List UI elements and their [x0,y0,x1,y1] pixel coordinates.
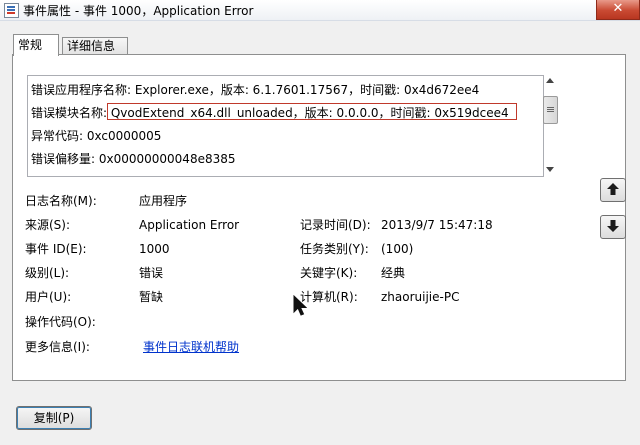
description-line-app: 错误应用程序名称: Explorer.exe，版本: 6.1.7601.1756… [31,83,480,97]
computer-label: 计算机(R): [300,290,358,304]
tab-general[interactable]: 常规 [13,34,59,56]
description-line-module: 错误模块名称: QvodExtend_x64.dll_unloaded，版本: … [31,106,509,120]
computer-value: zhaoruijie-PC [381,290,460,304]
close-button[interactable]: ✕ [596,0,640,20]
event-log-online-help-link[interactable]: 事件日志联机帮助 [143,339,239,355]
level-label: 级别(L): [25,266,70,280]
log-name-value: 应用程序 [139,194,188,208]
scroll-down-icon[interactable] [546,167,554,172]
general-panel: 错误应用程序名称: Explorer.exe，版本: 6.1.7601.1756… [12,54,626,381]
task-category-label: 任务类别(Y): [300,242,369,256]
source-value: Application Error [139,218,240,232]
source-label: 来源(S): [25,218,71,232]
window-title: 事件属性 - 事件 1000，Application Error [23,4,254,18]
description-scrollbar[interactable] [542,76,558,175]
scroll-thumb[interactable] [543,96,558,124]
more-info-label: 更多信息(I): [25,340,90,354]
description-line-offset: 错误偏移量: 0x00000000048e8385 [31,152,236,166]
user-value: 暂缺 [139,290,164,304]
user-label: 用户(U): [25,290,72,304]
tab-details[interactable]: 详细信息 [62,37,128,55]
next-event-button[interactable] [600,215,626,239]
opcode-label: 操作代码(O): [25,315,96,329]
task-category-value: (100) [381,242,414,256]
level-value: 错误 [139,266,164,280]
keywords-label: 关键字(K): [300,266,358,280]
description-line-exception: 异常代码: 0xc0000005 [31,129,162,143]
arrow-up-icon [607,183,619,195]
keywords-value: 经典 [381,266,406,280]
log-name-label: 日志名称(M): [25,194,97,208]
scroll-up-icon[interactable] [546,78,554,83]
copy-button[interactable]: 复制(P) [16,406,92,430]
mouse-cursor-icon [293,295,307,316]
arrow-down-icon [607,220,619,232]
event-description-box[interactable]: 错误应用程序名称: Explorer.exe，版本: 6.1.7601.1756… [27,75,544,177]
logged-value: 2013/9/7 15:47:18 [381,218,493,232]
logged-label: 记录时间(D): [300,218,371,232]
event-viewer-icon [4,3,19,18]
event-id-value: 1000 [139,242,170,256]
title-bar: 事件属性 - 事件 1000，Application Error ✕ [0,0,640,21]
previous-event-button[interactable] [600,178,626,202]
event-id-label: 事件 ID(E): [25,242,87,256]
